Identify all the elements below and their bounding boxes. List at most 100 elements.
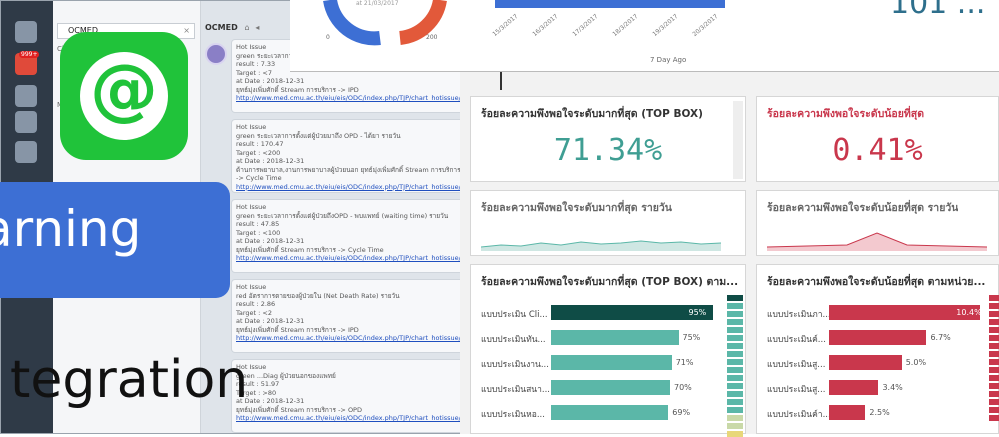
mini-bar [727,375,743,381]
top-dashboard-strip: 0 200 at 21/03/2017 15/3/2017 16/3/2017 17… [290,0,999,72]
mini-bar [989,399,999,405]
mini-bar [727,335,743,341]
close-icon[interactable]: × [183,24,190,38]
mini-bar [727,343,743,349]
bar[interactable] [551,405,669,420]
bar[interactable] [829,330,927,345]
message-line1: green ...Diag ผู้ป่วยนอกของแพทย์ [236,371,336,380]
bar[interactable] [829,405,866,420]
message-line2: result : 47.85 [236,220,280,228]
divider [500,72,502,90]
mini-bar [989,383,999,389]
mini-bar [727,423,743,429]
bar-category-label: แบบประเมินสู... [767,360,826,370]
mini-bar [727,407,743,413]
message-line1: red อัตราการตายของผู้ป่วยใน (Net Death R… [236,291,400,300]
bar-bottom-title: ร้อยละความพึงพอใจระดับน้อยที่สุด ตามหน่ว… [767,276,986,288]
message-link[interactable]: http://www.med.cmu.ac.th/eiu/eis/ODC/ind… [236,183,469,192]
message-title: Hot Issue [236,203,267,211]
chat-title: OCMED ⌂ ◂ [205,23,260,32]
integration-text: tegration [10,350,249,410]
bar-value-label: 71% [675,358,694,367]
bar-top-title: ร้อยละความพึงพอใจระดับมากที่สุด (TOP BOX… [481,276,739,288]
message-line1: green ระยะเวลาการตั้งแต่ผู้ป่วยถึงOPD - … [236,211,449,220]
bottom-value: 0.41% [832,133,923,168]
message-link[interactable]: http://www.med.cmu.ac.th/eiu/eis/ODC/ind… [236,334,469,343]
mini-bar [989,327,999,333]
daily-top-sparkline [481,240,721,251]
more-icon[interactable] [15,111,37,133]
profile-icon[interactable] [15,21,37,43]
bar[interactable] [829,380,879,395]
mini-bar [727,359,743,365]
message-title: Hot Issue [236,123,267,131]
timeline-icon[interactable] [15,85,37,107]
mini-bar [727,303,743,309]
message-line2: result : 2.86 [236,300,276,308]
scrollbar[interactable] [733,101,743,179]
bar-category-label: แบบประเมินสนา... [481,385,550,395]
chat-icon[interactable]: 999+ [15,51,40,75]
message-line4: at Date : 2018-12-31 [236,237,305,245]
message-line5: ยุทธ์มุ่งเพิ่มศักดิ์ Stream การบริการ ->… [236,245,384,254]
line-logo: @ [60,32,188,160]
bar-category-label: แบบประเมินค์... [767,335,826,345]
bar-value-label: 5.0% [905,358,927,367]
message-title: Hot Issue [236,363,267,371]
mini-bar [727,351,743,357]
message-line4: at Date : 2018-12-31 [236,397,305,405]
message-line3: Target : <2 [236,308,273,317]
mini-bar [727,431,743,437]
mini-bar [989,303,999,309]
bar[interactable] [551,330,679,345]
mini-bar [989,295,999,301]
mini-bar [727,399,743,405]
message-link[interactable]: http://www.med.cmu.ac.th/eiu/eis/ODC/ind… [236,94,469,103]
message-link[interactable]: http://www.med.cmu.ac.th/eiu/eis/ODC/ind… [236,414,469,423]
bar-value-label: 75% [682,333,701,342]
message-line4: at Date : 2018-12-31 [236,317,305,325]
bar-category-label: แบบประเมินสู... [767,385,826,395]
message-line3: Target : <100 [236,228,281,237]
bar[interactable] [829,355,902,370]
chat-message: Hot Issue green ...Diag ผู้ป่วยนอกของแพทย… [231,359,469,433]
learning-text: arning [0,200,142,258]
mini-bar [989,375,999,381]
daily-bottom-sparkline [767,232,987,251]
mini-bar [727,295,743,301]
bar-value-label: 95% [688,308,707,317]
daily-bottom-title: ร้อยละความพึงพอใจระดับน้อยที่สุด รายวัน [767,202,959,214]
message-line2: result : 51.97 [236,380,280,388]
mini-bar [727,311,743,317]
bottom-title: ร้อยละความพึงพอใจระดับน้อยที่สุด [767,108,925,120]
mini-bar [727,383,743,389]
chat-message: Hot Issue green ระยะเวลาการตั้งแต่ผู้ป่วย… [231,199,469,273]
mini-bar [989,367,999,373]
message-line3: Target : <200 [236,148,281,157]
bar-top-card: ร้อยละความพึงพอใจระดับมากที่สุด (TOP BOX… [470,264,746,437]
keep-icon[interactable] [15,141,37,163]
dashboard: ร้อยละความพึงพอใจระดับมากที่สุด (TOP BOX… [460,72,999,437]
bar-value-label: 2.5% [869,408,890,417]
bar-value-label: 69% [672,408,691,417]
bar-value-label: 6.7% [930,333,951,342]
gauge-arc-orange [398,0,447,45]
mini-bar [989,391,999,397]
bar[interactable] [551,355,672,370]
mini-bar [989,415,999,421]
chat-message: Hot Issue green ระยะเวลาการตั้งแต่ผู้ป่วย… [231,119,469,193]
mini-bar [727,415,743,421]
bottom-card: ร้อยละความพึงพอใจระดับน้อยที่สุด 0.41% [756,96,999,182]
message-line4: at Date : 2018-12-31 [236,157,305,165]
mute-icon[interactable]: ◂ [255,23,259,32]
bar[interactable] [551,380,670,395]
home-icon[interactable]: ⌂ [245,23,250,32]
bar-category-label: แบบประเมิน Cli... [481,310,548,320]
message-line5: ด้านการพยาบาล,งานการพยาบาลผู้ป่วยนอก ยุท… [236,165,461,183]
logo-glyph: @ [90,50,158,129]
gauge-max: 200 [426,34,438,41]
message-line4: at Date : 2018-12-31 [236,77,305,85]
gauge-min: 0 [326,34,330,41]
message-link[interactable]: http://www.med.cmu.ac.th/eiu/eis/ODC/ind… [236,254,469,263]
gauge-caption: at 21/03/2017 [356,0,399,7]
